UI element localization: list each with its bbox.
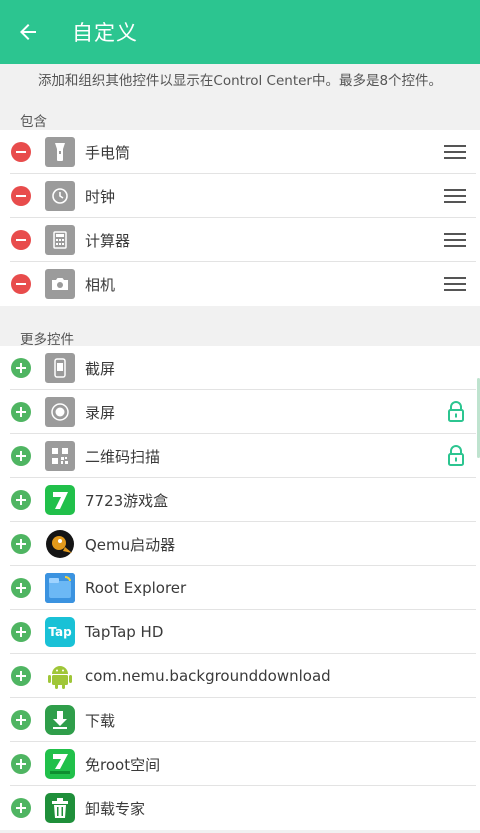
app-7723-space-icon [45,749,75,779]
arrow-left-icon [20,24,36,40]
remove-button[interactable] [11,186,31,206]
included-list: 手电筒 时钟 计算器 相机 [0,130,480,306]
qemu-icon [45,529,75,559]
section-label-more: 更多控件 [20,332,74,348]
taptap-icon-text: Tap [48,625,72,639]
back-button[interactable] [0,0,56,64]
list-item[interactable]: Root Explorer [0,566,480,610]
list-item[interactable]: 二维码扫描 [0,434,480,478]
download-icon [45,705,75,735]
drag-handle-icon[interactable] [444,189,466,203]
list-item[interactable]: 手电筒 [0,130,480,174]
item-label: 卸载专家 [85,799,146,818]
item-label: 7723游戏盒 [85,491,169,510]
list-item[interactable]: Qemu启动器 [0,522,480,566]
add-button[interactable] [11,402,31,422]
list-item[interactable]: com.nemu.backgrounddownload [0,654,480,698]
list-item[interactable]: 卸载专家 [0,786,480,830]
list-item[interactable]: 下载 [0,698,480,742]
list-item[interactable]: 计算器 [0,218,480,262]
list-item[interactable]: 相机 [0,262,480,306]
app-bar: 自定义 [0,0,480,64]
lock-icon [448,401,464,422]
page-title: 自定义 [72,21,138,45]
screen-record-icon [45,397,75,427]
item-label: 手电筒 [85,143,131,162]
drag-handle-icon[interactable] [444,233,466,247]
item-label: Root Explorer [85,579,187,597]
list-item[interactable]: 时钟 [0,174,480,218]
item-label: 截屏 [85,359,116,378]
add-button[interactable] [11,490,31,510]
add-button[interactable] [11,710,31,730]
more-controls-list: 截屏 录屏 二维码扫描 7723游戏盒 Qemu启动器 Root Explore… [0,346,480,830]
add-button[interactable] [11,446,31,466]
camera-icon [45,269,75,299]
item-label: com.nemu.backgrounddownload [85,667,331,685]
list-item[interactable]: 免root空间 [0,742,480,786]
uninstall-icon [45,793,75,823]
item-label: 时钟 [85,187,116,206]
lock-icon [448,445,464,466]
list-item[interactable]: 录屏 [0,390,480,434]
android-icon [45,661,75,691]
calculator-icon [45,225,75,255]
add-button[interactable] [11,666,31,686]
description-text: 添加和组织其他控件以显示在Control Center中。最多是8个控件。 [37,73,443,89]
drag-handle-icon[interactable] [444,145,466,159]
section-label-included: 包含 [20,114,47,130]
root-explorer-icon [45,573,75,603]
remove-button[interactable] [11,142,31,162]
item-label: 计算器 [85,231,131,250]
screenshot-icon [45,353,75,383]
app-7723-icon [45,485,75,515]
item-label: 免root空间 [85,755,161,774]
list-item[interactable]: Tap TapTap HD [0,610,480,654]
add-button[interactable] [11,754,31,774]
item-label: 二维码扫描 [85,447,161,466]
item-label: Qemu启动器 [85,535,176,554]
clock-icon [45,181,75,211]
remove-button[interactable] [11,274,31,294]
item-label: 录屏 [85,403,116,422]
flashlight-icon [45,137,75,167]
taptap-icon: Tap [45,617,75,647]
list-item[interactable]: 截屏 [0,346,480,390]
add-button[interactable] [11,798,31,818]
item-label: TapTap HD [85,623,164,641]
list-item[interactable]: 7723游戏盒 [0,478,480,522]
add-button[interactable] [11,534,31,554]
item-label: 下载 [85,711,116,730]
remove-button[interactable] [11,230,31,250]
item-label: 相机 [85,275,116,294]
add-button[interactable] [11,622,31,642]
drag-handle-icon[interactable] [444,277,466,291]
qr-scan-icon [45,441,75,471]
add-button[interactable] [11,358,31,378]
add-button[interactable] [11,578,31,598]
